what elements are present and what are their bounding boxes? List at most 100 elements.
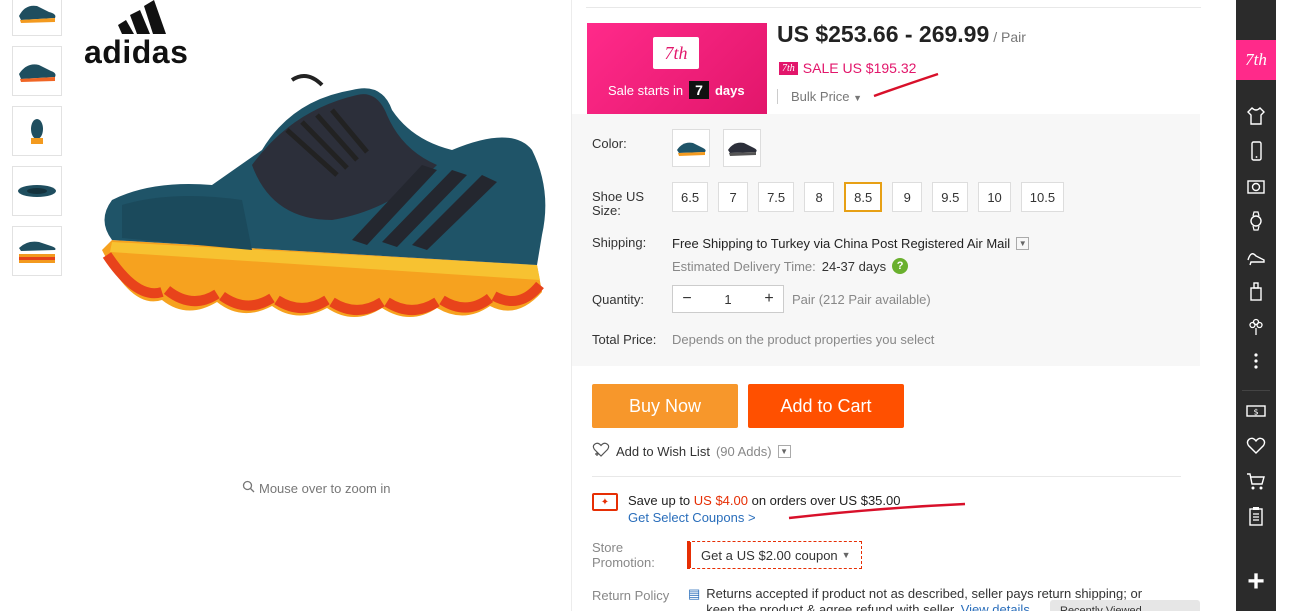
size-option[interactable]: 7 [718,182,749,212]
promo-starts-text: Sale starts in [608,82,684,98]
size-option[interactable]: 8 [804,182,835,212]
buy-now-button[interactable]: Buy Now [592,384,738,428]
thumbnail-2[interactable] [12,46,62,96]
shipping-label: Shipping: [592,235,647,250]
price-range: US $253.66 - 269.99/ Pair [777,21,1026,48]
annotation-underline [873,72,939,98]
total-price-label: Total Price: [592,332,657,347]
view-details-link[interactable]: View details [961,602,1030,611]
add-to-cart-button[interactable]: Add to Cart [748,384,904,428]
page-margin [1276,0,1311,611]
caret-down-icon: ▼ [841,550,851,560]
heart-icon[interactable] [1236,431,1276,461]
size-label: Shoe US Size: [592,189,645,218]
price-range-value: US $253.66 - 269.99 [777,21,990,47]
annotation-underline [788,502,966,520]
return-policy-label: Return Policy [592,588,670,603]
quantity-available: Pair (212 Pair available) [792,292,931,307]
magnifier-icon [242,480,255,496]
shipping-method[interactable]: Free Shipping to Turkey via China Post R… [672,236,1030,251]
right-toolbar: 7th $ + [1236,0,1276,611]
color-swatch-blue[interactable] [672,129,710,167]
zoom-hint-text: Mouse over to zoom in [259,480,391,496]
thumbnail-3[interactable] [12,106,62,156]
bottle-icon[interactable] [1236,276,1276,306]
product-info-panel: 7th Sale starts in 7 days US $253.66 - 2… [572,0,1201,611]
shipping-text: Free Shipping to Turkey via China Post R… [672,236,1011,251]
cart-icon[interactable] [1236,466,1276,496]
flower-icon[interactable] [1236,311,1276,341]
price-area: 7th Sale starts in 7 days US $253.66 - 2… [572,8,1200,114]
heart-plus-icon [592,442,610,461]
wish-count: (90 Adds) [715,444,772,459]
shoe-image [102,74,546,317]
estimated-days: 24-37 days [821,258,887,274]
product-options: Color: Shoe US Size: 6.5 7 7.5 8 8.5 9 9… [572,114,1200,366]
estimated-label: Estimated Delivery Time: [672,258,816,274]
brand-name: adidas [84,34,189,70]
store-coupon-suffix: coupon [795,547,838,563]
promo-countdown: Sale starts in 7 days [608,81,745,99]
promo-badge: 7th [653,37,699,69]
wish-list-label: Add to Wish List [616,444,710,459]
svg-text:$: $ [1253,408,1258,417]
watch-icon[interactable] [1236,206,1276,236]
size-options: 6.5 7 7.5 8 8.5 9 9.5 10 10.5 [672,182,1065,212]
color-swatch-black[interactable] [723,129,761,167]
coupon-save-amount: US $4.00 [693,493,748,508]
estimated-delivery: Estimated Delivery Time: 24-37 days ? [672,258,909,274]
size-option[interactable]: 9 [892,182,923,212]
quantity-input[interactable]: 1 [701,292,755,307]
minus-icon[interactable]: − [673,286,701,312]
thumbnail-1[interactable] [12,0,62,36]
plus-icon[interactable]: + [755,286,783,312]
color-label: Color: [592,136,627,151]
size-option[interactable]: 10 [978,182,1011,212]
chevron-down-icon[interactable]: ▼ [1016,237,1030,250]
store-promotion-label: Store Promotion: [592,540,655,570]
coupon-icon[interactable]: $ [1236,396,1276,426]
size-option[interactable]: 7.5 [758,182,795,212]
chevron-down-icon[interactable]: ▼ [777,445,791,458]
promo-days-label: days [714,82,745,98]
caret-down-icon: ▼ [853,93,863,103]
return-icon: ▤ [688,586,701,601]
quantity-label: Quantity: [592,292,645,307]
divider [1242,390,1270,391]
zoom-hint: Mouse over to zoom in [242,480,391,496]
ticket-icon: ✦ [592,493,618,511]
promo-banner[interactable]: 7th Sale starts in 7 days [587,23,767,114]
thumbnail-list [12,0,62,286]
quantity-stepper: − 1 + [672,285,784,313]
divider [592,476,1181,477]
thumbnail-4[interactable] [12,166,62,216]
price-unit: / Pair [993,29,1026,45]
product-page: adidas Mouse over to zoom in 7th Sale st… [0,0,1311,611]
camera-icon[interactable] [1236,171,1276,201]
promo-days-number: 7 [689,81,709,99]
help-icon[interactable]: ? [892,258,909,274]
thumbnail-5[interactable] [12,226,62,276]
heel-icon[interactable] [1236,241,1276,271]
size-option[interactable]: 6.5 [672,182,709,212]
store-coupon-dropdown[interactable]: Get a US $2.00 coupon ▼ [687,541,862,569]
coupon-save-prefix: Save up to [628,493,691,508]
total-price-text: Depends on the product properties you se… [672,332,935,347]
store-coupon-prefix: Get a [701,547,733,563]
add-to-wish-list[interactable]: Add to Wish List (90 Adds) ▼ [592,442,791,461]
recently-viewed-tab[interactable]: Recently Viewed [1050,600,1200,611]
store-coupon-amount: US $2.00 [736,547,791,563]
phone-icon[interactable] [1236,136,1276,166]
size-option[interactable]: 9.5 [932,182,969,212]
promo-7th-button[interactable]: 7th [1236,40,1276,80]
sale-badge: 7th [779,61,798,75]
main-product-image[interactable]: adidas Mouse over to zoom in [70,0,570,611]
size-option[interactable]: 10.5 [1020,182,1065,212]
shirt-icon[interactable] [1236,101,1276,131]
clipboard-icon[interactable] [1236,501,1276,531]
size-option-selected[interactable]: 8.5 [844,182,883,212]
more-icon[interactable] [1236,346,1276,376]
bulk-price-label: Bulk Price [791,89,850,104]
plus-icon[interactable]: + [1236,565,1276,599]
bulk-price-dropdown[interactable]: Bulk Price ▼ [777,89,862,104]
